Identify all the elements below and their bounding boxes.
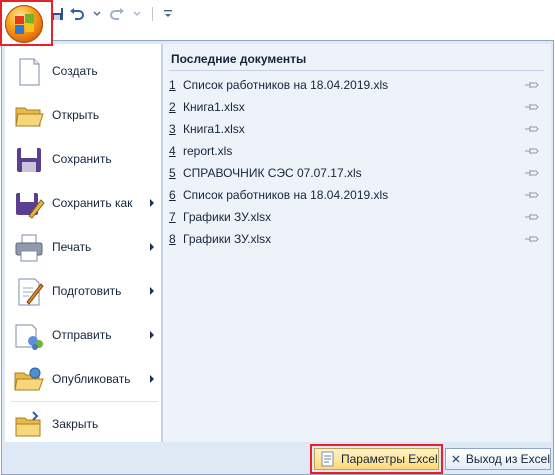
pin-icon[interactable]	[525, 168, 539, 178]
submenu-arrow-icon	[150, 287, 154, 295]
recent-document-item[interactable]: 5 СПРАВОЧНИК СЭС 07.07.17.xls	[169, 163, 545, 183]
options-icon	[321, 451, 334, 467]
document-number: 3	[169, 122, 176, 136]
menu-item-send[interactable]: Отправить	[5, 314, 162, 358]
menu-item-label: Подготовить	[52, 284, 122, 298]
title-divider	[169, 70, 544, 71]
menu-item-label: Печать	[52, 240, 92, 254]
save-as-icon	[16, 193, 45, 219]
document-name: report.xls	[183, 144, 233, 158]
document-number: 5	[169, 166, 176, 180]
document-number: 6	[169, 188, 176, 202]
menu-item-new[interactable]: Создать	[5, 50, 162, 94]
submenu-arrow-icon	[150, 243, 154, 251]
pin-icon[interactable]	[525, 234, 539, 244]
excel-options-label: Параметры Excel	[341, 452, 438, 466]
menu-commands: Создать Открыть Сохранить Сохранить как …	[5, 44, 162, 442]
menu-item-open[interactable]: Открыть	[5, 94, 162, 138]
toolbar-separator	[152, 7, 153, 21]
document-number: 7	[169, 210, 176, 224]
document-name: Графики ЗУ.xlsx	[183, 210, 272, 224]
publish-icon	[14, 367, 44, 391]
document-name: Список работников на 18.04.2019.xls	[183, 78, 389, 92]
recent-document-item[interactable]: 2 Книга1.xlsx	[169, 97, 545, 117]
document-name: Графики ЗУ.xlsx	[183, 232, 272, 246]
recent-document-item[interactable]: 4 report.xls	[169, 141, 545, 161]
document-name: СПРАВОЧНИК СЭС 07.07.17.xls	[183, 166, 362, 180]
submenu-arrow-icon	[150, 375, 154, 383]
menu-item-label: Сохранить как	[52, 196, 133, 210]
document-number: 4	[169, 144, 176, 158]
submenu-arrow-icon	[150, 199, 154, 207]
menu-footer: Параметры Excel Выход из Excel	[5, 443, 552, 474]
menu-item-close[interactable]: Закрыть	[5, 403, 162, 447]
recent-documents-title: Последние документы	[171, 52, 307, 66]
open-folder-icon	[15, 107, 44, 127]
quick-access-buttons	[48, 6, 177, 22]
redo-dropdown-icon[interactable]	[128, 6, 146, 22]
menu-item-label: Открыть	[52, 108, 100, 122]
undo-icon[interactable]	[68, 6, 86, 22]
menu-item-save-as[interactable]: Сохранить как	[5, 182, 162, 226]
document-name: Книга1.xlsx	[183, 122, 245, 136]
quick-access-toolbar	[0, 0, 555, 42]
printer-icon	[15, 234, 43, 262]
save-disk-icon	[17, 148, 41, 172]
close-folder-icon	[15, 411, 41, 437]
document-name: Список работников на 18.04.2019.xls	[183, 188, 389, 202]
document-number: 8	[169, 232, 176, 246]
recent-documents-panel: Последние документы 1 Список работников …	[162, 44, 551, 442]
redo-icon[interactable]	[108, 6, 126, 22]
office-logo-icon	[15, 14, 34, 34]
excel-options-button[interactable]: Параметры Excel	[314, 448, 439, 470]
office-menu: Создать Открыть Сохранить Сохранить как …	[1, 40, 554, 475]
menu-separator	[11, 401, 158, 402]
pin-icon[interactable]	[525, 146, 539, 156]
menu-item-label: Создать	[52, 64, 98, 78]
customize-toolbar-icon[interactable]	[159, 6, 177, 22]
send-icon	[15, 324, 43, 350]
recent-document-item[interactable]: 6 Список работников на 18.04.2019.xls	[169, 185, 545, 205]
exit-excel-button[interactable]: Выход из Excel	[445, 448, 551, 470]
recent-document-item[interactable]: 7 Графики ЗУ.xlsx	[169, 207, 545, 227]
pin-icon[interactable]	[525, 102, 539, 112]
undo-dropdown-icon[interactable]	[88, 6, 106, 22]
pin-icon[interactable]	[525, 190, 539, 200]
exit-excel-label: Выход из Excel	[465, 452, 550, 466]
recent-document-item[interactable]: 3 Книга1.xlsx	[169, 119, 545, 139]
options-button-highlight: Параметры Excel	[310, 444, 443, 474]
menu-item-label: Отправить	[52, 328, 112, 342]
menu-item-label: Опубликовать	[52, 372, 131, 386]
document-name: Книга1.xlsx	[183, 100, 245, 114]
menu-item-label: Сохранить	[52, 152, 112, 166]
menu-item-save[interactable]: Сохранить	[5, 138, 162, 182]
document-number: 1	[169, 78, 176, 92]
menu-item-print[interactable]: Печать	[5, 226, 162, 270]
close-icon	[452, 455, 460, 463]
document-number: 2	[169, 100, 176, 114]
menu-item-label: Закрыть	[52, 417, 99, 431]
pin-icon[interactable]	[525, 124, 539, 134]
office-button-highlight	[0, 0, 53, 46]
prepare-icon	[18, 278, 44, 306]
pin-icon[interactable]	[525, 212, 539, 222]
menu-item-publish[interactable]: Опубликовать	[5, 358, 162, 402]
menu-item-prepare[interactable]: Подготовить	[5, 270, 162, 314]
recent-document-item[interactable]: 8 Графики ЗУ.xlsx	[169, 229, 545, 249]
recent-document-item[interactable]: 1 Список работников на 18.04.2019.xls	[169, 75, 545, 95]
new-document-icon	[19, 58, 40, 86]
pin-icon[interactable]	[525, 80, 539, 90]
submenu-arrow-icon	[150, 331, 154, 339]
office-button[interactable]	[5, 5, 43, 43]
